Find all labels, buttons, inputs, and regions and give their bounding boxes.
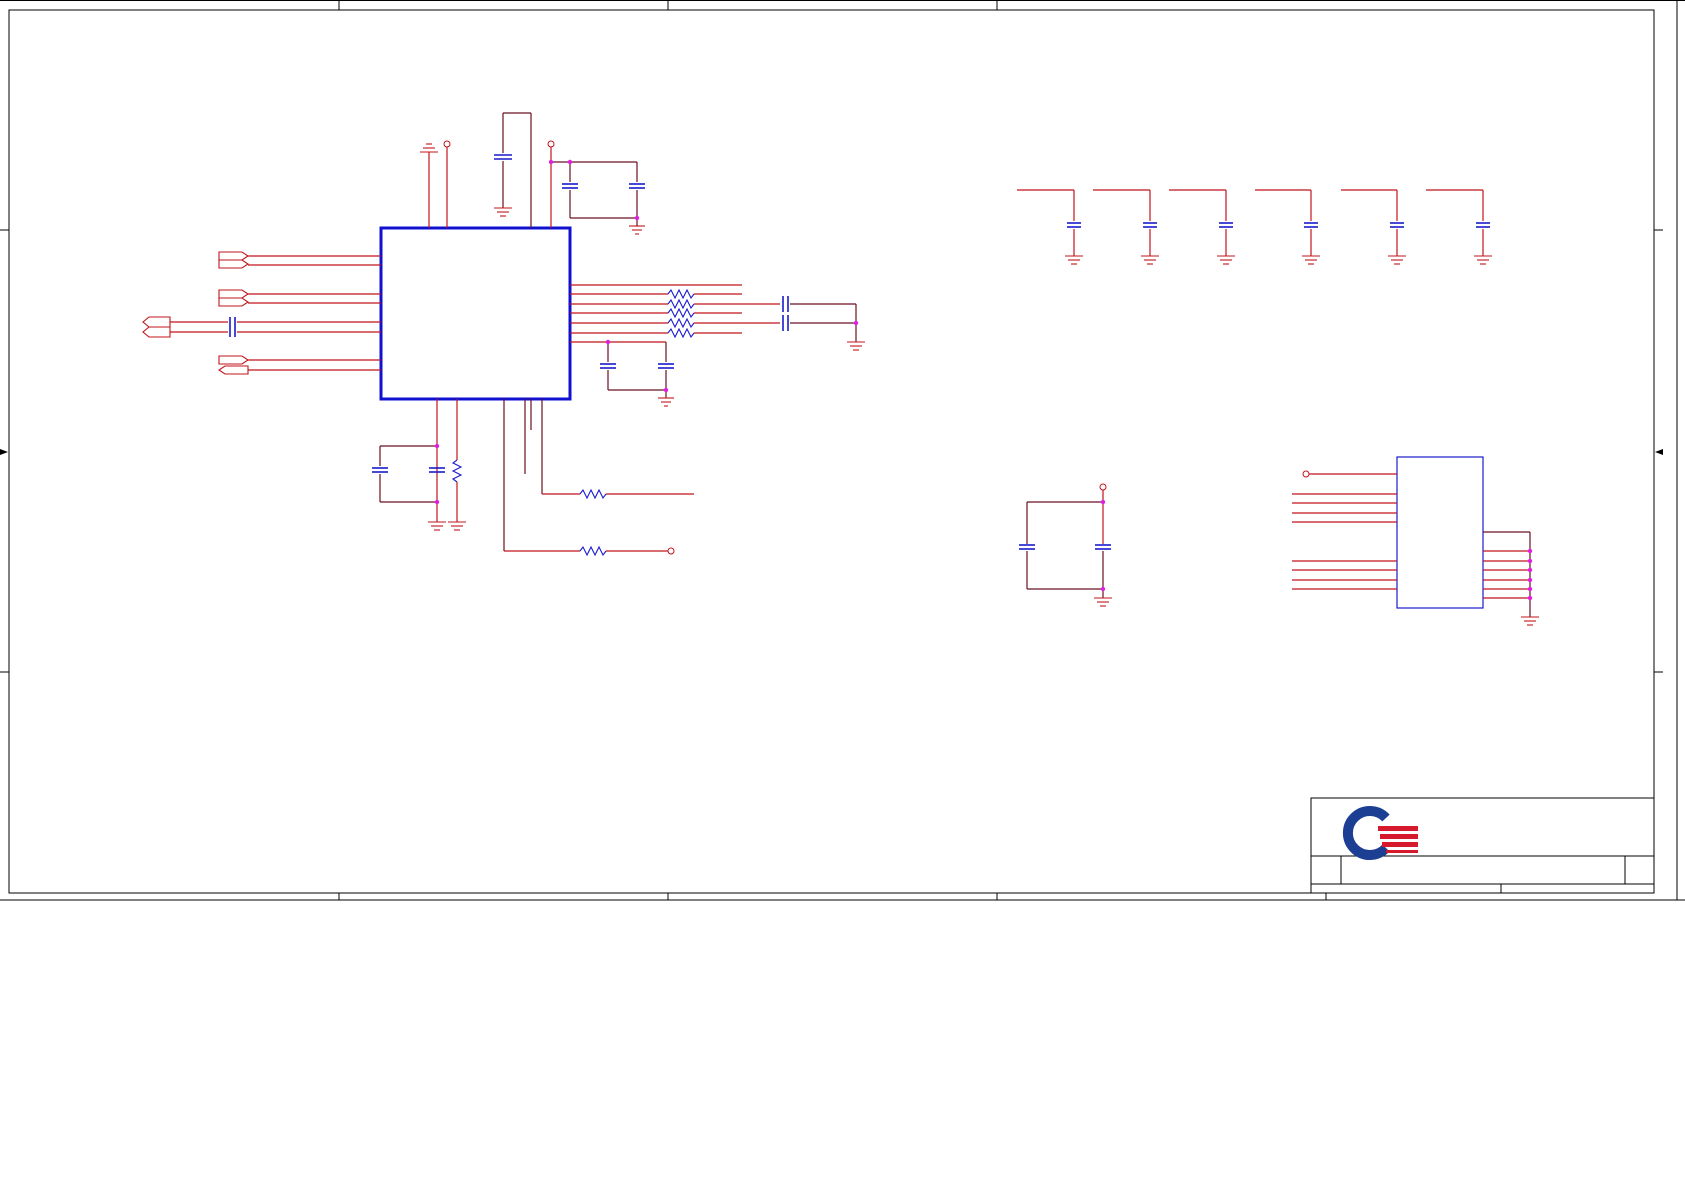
chip-left-signals (142, 251, 381, 375)
sheet-frame (0, 0, 1685, 901)
chip-right-signals (570, 284, 865, 407)
bulk-cap-pair (1019, 483, 1112, 607)
decap-3 (1169, 189, 1235, 265)
decap-2 (1093, 189, 1159, 265)
schematic-sheet (0, 0, 1685, 901)
chip-top-pins (420, 112, 645, 235)
decap-6 (1426, 189, 1492, 265)
decap-4 (1255, 189, 1320, 265)
secondary-ic (1292, 456, 1539, 626)
q-logo-icon (1342, 806, 1418, 860)
decoupling-cap-row (1017, 189, 1492, 265)
decap-5 (1341, 189, 1406, 265)
main-ic (379, 226, 572, 401)
chip-bottom-pins (372, 399, 694, 557)
decap-1 (1017, 189, 1083, 265)
title-block (1310, 797, 1655, 894)
